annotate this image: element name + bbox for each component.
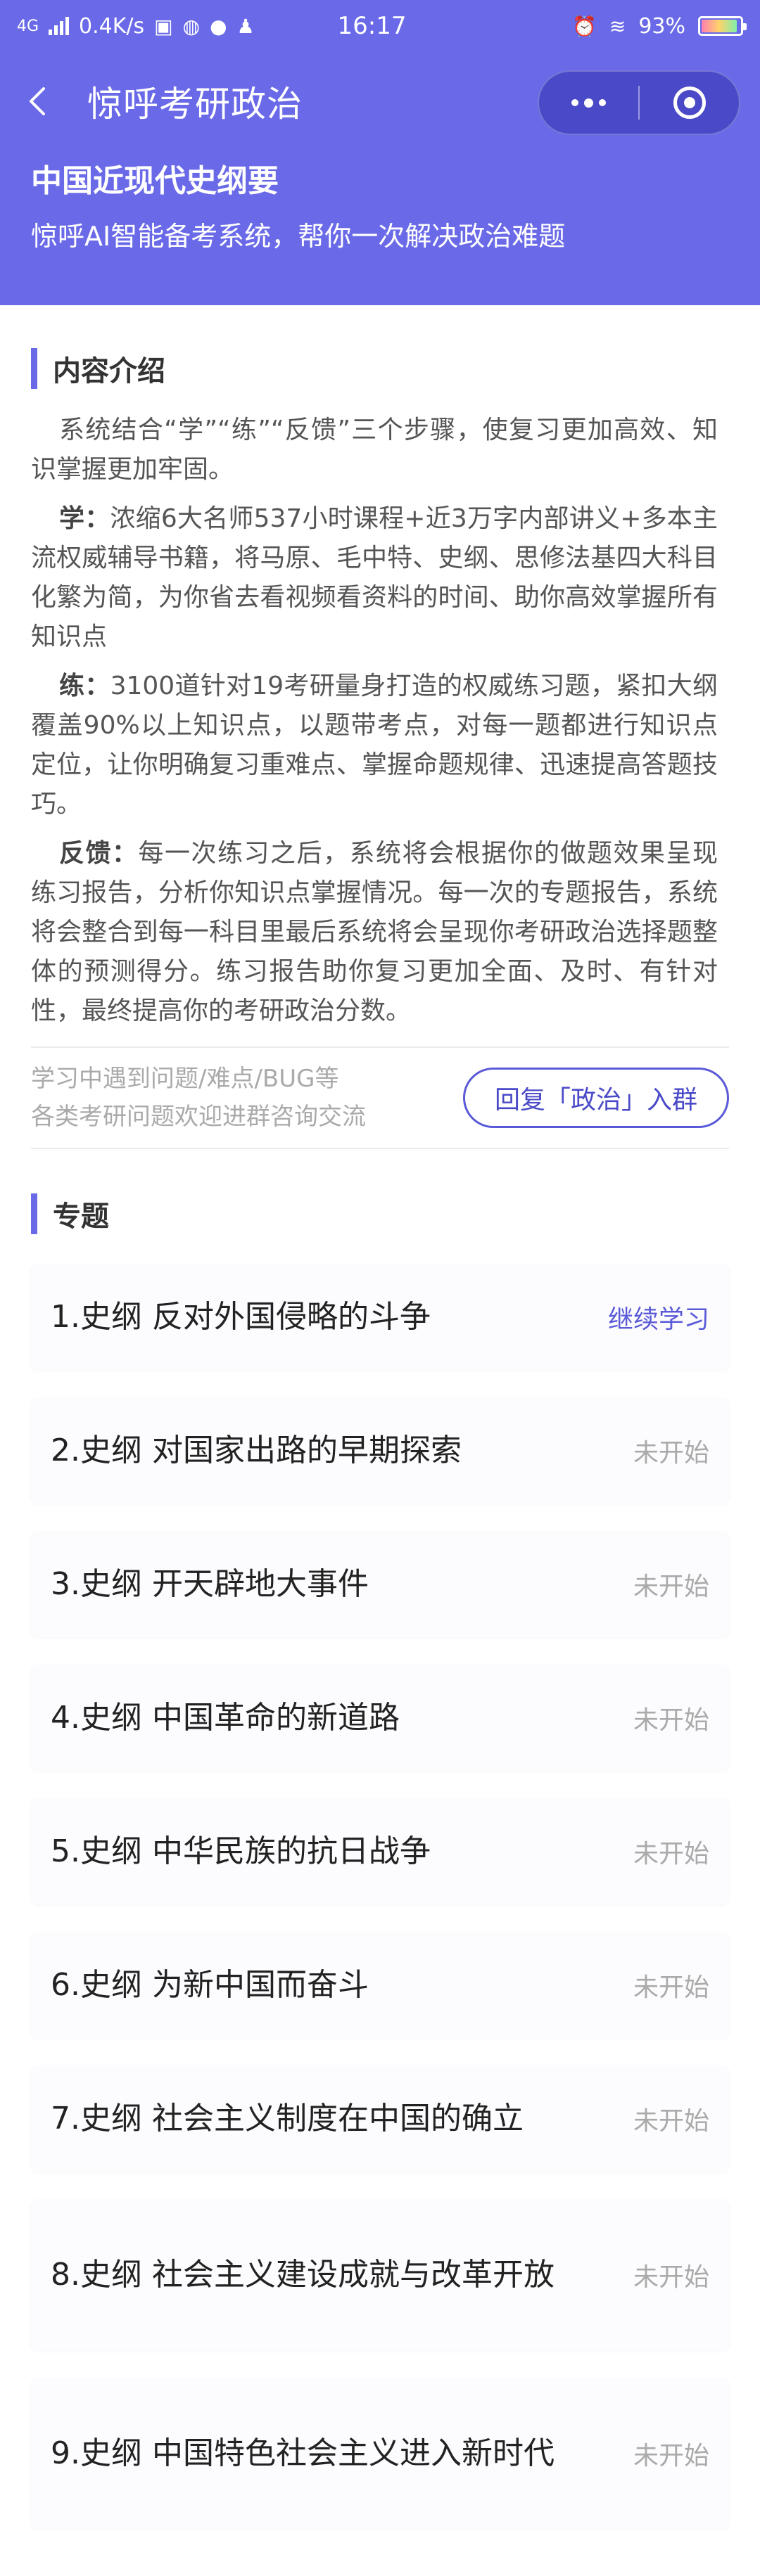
- topic-name: 9.史纲 中国特色社会主义进入新时代: [51, 2435, 555, 2471]
- topics-section-title: 专题: [53, 1200, 109, 1233]
- topic-name: 3.史纲 开天辟地大事件: [51, 1566, 369, 1602]
- section-accent-bar: [31, 1193, 37, 1234]
- topic-name: 6.史纲 为新中国而奋斗: [51, 1967, 369, 2003]
- topic-name: 2.史纲 对国家出路的早期探索: [51, 1433, 462, 1468]
- continue-study-link[interactable]: 继续学习: [608, 1299, 709, 1335]
- topic-name: 1.史纲 反对外国侵略的斗争: [51, 1299, 431, 1335]
- miniprogram-capsule: [538, 70, 740, 135]
- notification-icon: ▣: [154, 14, 173, 38]
- feedback-label: 反馈：: [59, 839, 139, 868]
- join-group-button[interactable]: 回复「政治」入群: [462, 1068, 729, 1128]
- topic-status: 未开始: [633, 1706, 709, 1735]
- back-button[interactable]: [28, 80, 56, 122]
- section-accent-bar: [31, 348, 37, 389]
- contact-line-2: 各类考研问题欢迎进群咨询交流: [31, 1103, 366, 1131]
- topic-name: 7.史纲 社会主义制度在中国的确立: [51, 2101, 524, 2136]
- topic-status: 未开始: [633, 2107, 709, 2136]
- topic-card[interactable]: 6.史纲 为新中国而奋斗 未开始: [31, 1933, 729, 2038]
- topic-list: 1.史纲 反对外国侵略的斗争 继续学习 2.史纲 对国家出路的早期探索 未开始 …: [0, 1264, 760, 2529]
- practice-text: 3100道针对19考研量身打造的权威练习题，紧扣大纲覆盖90%以上知识点，以题带…: [31, 672, 718, 819]
- intro-section-header: 内容介绍: [0, 326, 760, 411]
- topic-name: 8.史纲 社会主义建设成就与改革开放: [51, 2257, 555, 2293]
- topic-status: 未开始: [633, 1572, 709, 1601]
- more-dots-icon: [571, 98, 606, 108]
- topic-status: 未开始: [633, 2263, 709, 2292]
- intro-section-title: 内容介绍: [53, 355, 165, 387]
- status-time: 16:17: [337, 12, 407, 40]
- page-title: 中国近现代史纲要: [31, 163, 279, 199]
- topic-name: 5.史纲 中华民族的抗日战争: [51, 1833, 431, 1869]
- topic-name: 4.史纲 中国革命的新道路: [51, 1700, 400, 1736]
- alarm-icon: ⏰: [571, 14, 597, 38]
- more-button[interactable]: [539, 72, 638, 134]
- signal-icon: [49, 17, 70, 35]
- page-subtitle: 惊呼AI智能备考系统，帮你一次解决政治难题: [31, 221, 566, 252]
- topic-card[interactable]: 2.史纲 对国家出路的早期探索 未开始: [31, 1398, 729, 1504]
- contact-row: 学习中遇到问题/难点/BUG等 各类考研问题欢迎进群咨询交流 回复「政治」入群: [31, 1046, 729, 1149]
- network-speed: 0.4K/s: [79, 13, 145, 39]
- learn-label: 学：: [59, 504, 110, 533]
- topic-status: 未开始: [633, 1973, 709, 2002]
- header: 4G 0.4K/s ▣ ◍ ● ♟ 16:17 ⏰ ≋ 93% 惊呼考研政治 中…: [0, 0, 760, 305]
- topic-card[interactable]: 7.史纲 社会主义制度在中国的确立 未开始: [31, 2066, 729, 2172]
- contact-text: 学习中遇到问题/难点/BUG等 各类考研问题欢迎进群咨询交流: [31, 1060, 366, 1136]
- contact-line-1: 学习中遇到问题/难点/BUG等: [31, 1065, 339, 1093]
- topic-card[interactable]: 4.史纲 中国革命的新道路 未开始: [31, 1665, 729, 1771]
- intro-body: 系统结合“学”“练”“反馈”三个步骤，使复习更加高效、知识掌握更加牢固。 学：浓…: [0, 411, 760, 1031]
- topic-status: 未开始: [633, 1439, 709, 1468]
- battery-percent: 93%: [638, 13, 685, 39]
- topic-card[interactable]: 8.史纲 社会主义建设成就与改革开放 未开始: [31, 2200, 729, 2350]
- learn-text: 浓缩6大名师537小时课程+近3万字内部讲义+多本主流权威辅导书籍，将马原、毛中…: [31, 504, 718, 651]
- target-close-icon: [673, 86, 706, 119]
- page-heading: 中国近现代史纲要 惊呼AI智能备考系统，帮你一次解决政治难题: [0, 160, 760, 257]
- topic-card[interactable]: 1.史纲 反对外国侵略的斗争 继续学习: [31, 1264, 729, 1370]
- battery-icon: [698, 16, 747, 36]
- status-bar: 4G 0.4K/s ▣ ◍ ● ♟ 16:17 ⏰ ≋ 93%: [0, 0, 760, 52]
- topic-card[interactable]: 3.史纲 开天辟地大事件 未开始: [31, 1532, 729, 1637]
- nav-title: 惊呼考研政治: [87, 84, 303, 124]
- intro-feedback-paragraph: 反馈：每一次练习之后，系统将会根据你的做题效果呈现练习报告，分析你知识点掌握情况…: [31, 834, 718, 1031]
- practice-label: 练：: [59, 672, 110, 700]
- intro-paragraph: 系统结合“学”“练”“反馈”三个步骤，使复习更加高效、知识掌握更加牢固。: [31, 416, 718, 484]
- network-type: 4G: [17, 17, 39, 35]
- intro-practice-paragraph: 练：3100道针对19考研量身打造的权威练习题，紧扣大纲覆盖90%以上知识点，以…: [31, 667, 718, 824]
- topic-status: 未开始: [633, 2442, 709, 2471]
- close-miniprogram-button[interactable]: [640, 72, 739, 134]
- chevron-left-icon: [30, 87, 45, 115]
- nav-bar: 惊呼考研政治: [0, 52, 760, 150]
- topic-card[interactable]: 5.史纲 中华民族的抗日战争 未开始: [31, 1799, 729, 1904]
- wifi-icon: ≋: [609, 14, 626, 38]
- topic-status: 未开始: [633, 1840, 709, 1869]
- topic-card[interactable]: 9.史纲 中国特色社会主义进入新时代 未开始: [31, 2378, 729, 2529]
- intro-learn-paragraph: 学：浓缩6大名师537小时课程+近3万字内部讲义+多本主流权威辅导书籍，将马原、…: [31, 499, 718, 657]
- topics-section-header: 专题: [0, 1186, 760, 1242]
